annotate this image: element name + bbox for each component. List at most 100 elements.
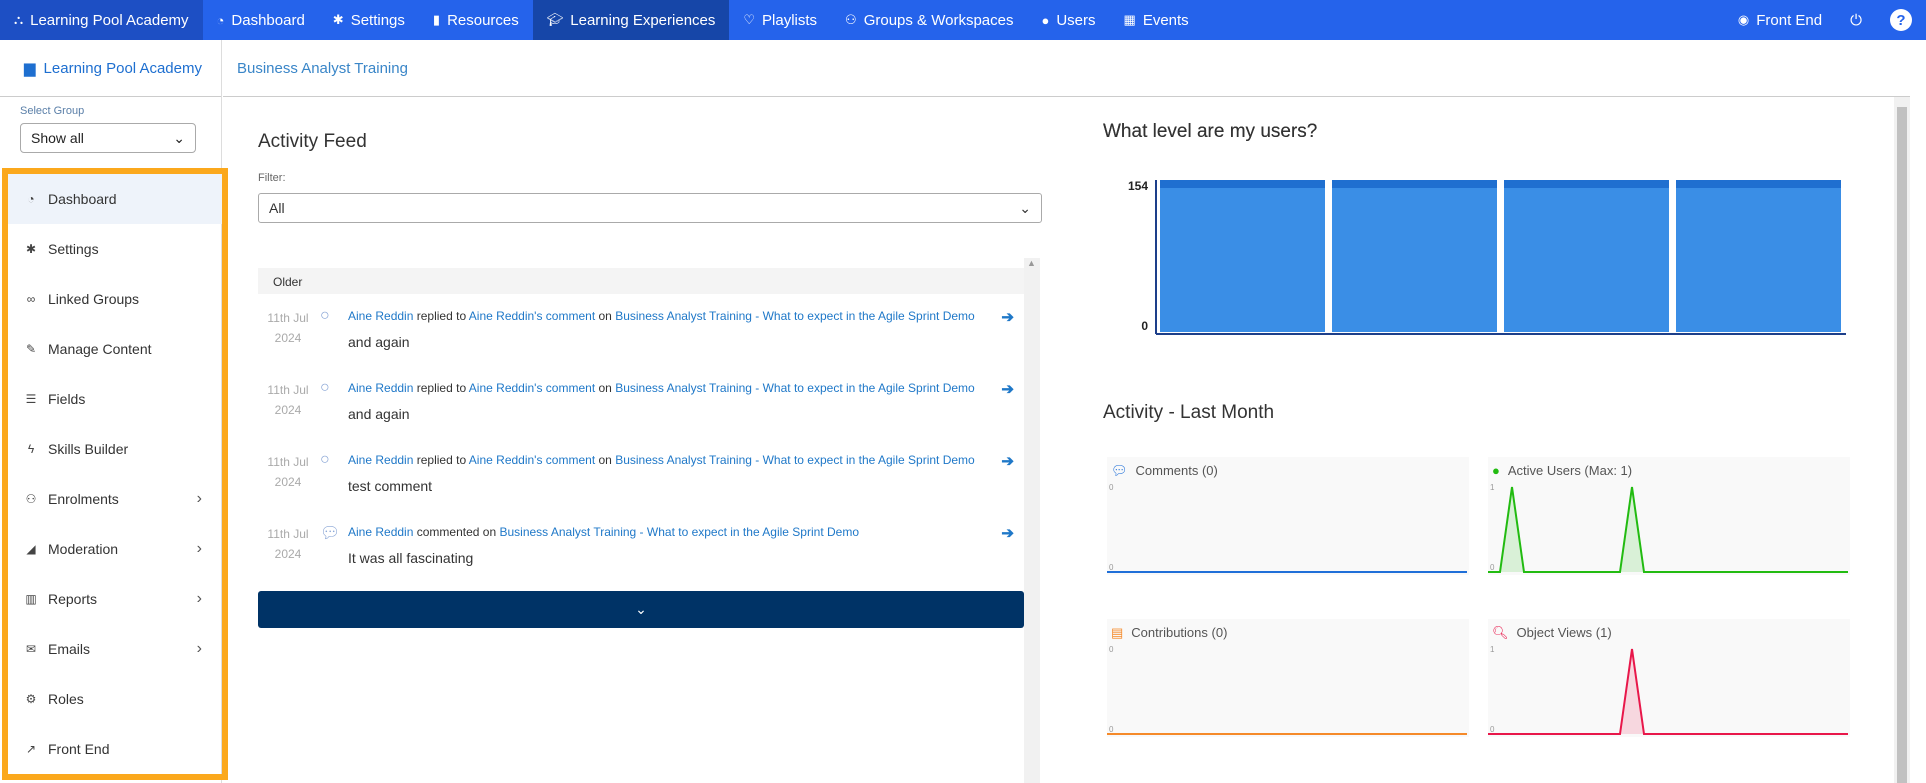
nav-label: Groups & Workspaces [863,11,1014,29]
bar-chart-icon: ▥ [25,592,37,606]
actor-link[interactable]: Aine Reddin [348,381,413,395]
feed-date: 11th Jul 2024 [266,308,310,348]
y-tick-label: 0 [1141,319,1148,333]
select-group-dropdown[interactable]: Show all ⌄ [20,123,196,153]
chevron-down-icon: ⌄ [635,601,647,617]
sidebar-menu: ◔ Dashboard ✱ Settings ∞ Linked Groups ✎ Man… [2,168,228,780]
feed-scrollbar[interactable]: ▲ [1024,258,1040,783]
chevron-down-icon: ⌄ [1019,199,1031,216]
arrow-right-icon[interactable]: ➔ [1001,308,1014,326]
nav-dashboard[interactable]: ◔ Dashboard [203,0,319,40]
arrow-right-icon[interactable]: ➔ [1001,452,1014,470]
gear-icon: ✱ [25,242,37,256]
target-link[interactable]: Aine Reddin's comment [469,453,595,467]
comment-icon: ○ [320,307,330,324]
nav-learning-experiences[interactable]: 🎓︎ Learning Experiences [532,0,730,40]
chart-title: Comments (0) [1135,463,1218,478]
on-text: on [598,453,612,467]
object-link[interactable]: Business Analyst Training - What to expe… [615,309,975,323]
actor-link[interactable]: Aine Reddin [348,309,413,323]
comments-chart: 0 0 💬︎ Comments (0) [1107,457,1469,575]
dashboard-icon: ◔ [27,192,35,206]
activity-title: Activity - Last Month [1103,402,1275,423]
feed-line: Aine Reddin replied to Aine Reddin's com… [348,309,975,323]
sidebar-item-label: Moderation [48,541,119,557]
scrollbar-thumb[interactable] [1897,107,1907,783]
nav-playlists[interactable]: ♡ Playlists [729,0,831,40]
feed-date-day: 11th Jul [267,527,309,541]
nav-events[interactable]: ▦ Events [1110,0,1203,40]
feed-date-year: 2024 [274,547,302,561]
file-icon: ▮ [432,12,441,27]
sidebar-item-linked-groups[interactable]: ∞ Linked Groups [8,274,222,324]
sidebar-item-skills-builder[interactable]: ϟ Skills Builder [8,424,222,474]
load-more-button[interactable]: ⌄ [258,591,1024,628]
target-link[interactable]: Aine Reddin's comment [469,381,595,395]
sidebar-item-fields[interactable]: ☰ Fields [8,374,222,424]
nav-settings[interactable]: ✱ Settings [319,0,419,40]
section-older: Older [258,268,1024,294]
sidebar-header[interactable]: ▆ Learning Pool Academy [0,40,221,97]
sidebar-item-front-end[interactable]: ↗ Front End [8,724,222,774]
feed-date: 11th Jul 2024 [266,452,310,492]
sidebar-item-enrolments[interactable]: ⚇ Enrolments › [8,474,222,524]
nav-front-end[interactable]: ◉ Front End [1724,0,1836,40]
help-button[interactable]: ? [1876,0,1926,40]
filter-dropdown[interactable]: All ⌄ [258,193,1042,223]
dashboard-icon: ◔ [216,12,225,28]
bolt-icon: ϟ [27,442,35,456]
actor-link[interactable]: Aine Reddin [348,525,413,539]
object-link[interactable]: Business Analyst Training - What to expe… [615,453,975,467]
nav-users[interactable]: ● Users [1027,0,1109,40]
area-fill [1488,649,1848,734]
top-navbar: ⛬ Learning Pool Academy ◔ Dashboard ✱ Setti… [0,0,1926,40]
eraser-icon: ◢ [26,542,36,556]
level-bar [1160,180,1325,332]
y-min-label: 0 [1109,725,1114,734]
sidebar-item-settings[interactable]: ✱ Settings [8,224,222,274]
level-bar-cap [1676,180,1841,188]
comment-icon: ○ [320,379,330,396]
chevron-right-icon: › [196,590,202,607]
actor-link[interactable]: Aine Reddin [348,453,413,467]
sidebar-item-roles[interactable]: ⚙ Roles [8,674,222,724]
to-text: to [456,381,467,395]
target-link[interactable]: Aine Reddin's comment [469,309,595,323]
comments-icon: 💬︎ [1111,463,1128,478]
verb-text: replied [416,309,453,323]
levels-bar-chart: 1540 [1128,179,1846,335]
feed-message: test comment [348,478,433,494]
arrow-right-icon[interactable]: ➔ [1001,524,1014,542]
sidebar-item-reports[interactable]: ▥ Reports › [8,574,222,624]
sidebar-item-emails[interactable]: ✉ Emails › [8,624,222,674]
sidebar-item-manage-content[interactable]: ✎ Manage Content [8,324,222,374]
sidebar-item-label: Front End [48,741,110,757]
verb-text: replied [416,453,453,467]
object-link[interactable]: Business Analyst Training - What to expe… [499,525,859,539]
feed-date-day: 11th Jul [267,455,309,469]
on-text: on [598,309,612,323]
power-button[interactable]: ⏻ [1836,0,1876,40]
feed-message: and again [348,406,410,422]
user-icon: ● [1492,463,1500,478]
cogs-icon: ⚙ [25,692,37,706]
sidebar-item-moderation[interactable]: ◢ Moderation › [8,524,222,574]
page-scrollbar[interactable] [1894,97,1910,783]
sidebar-item-label: Manage Content [48,341,152,357]
feed-date: 11th Jul 2024 [266,380,310,420]
sidebar-item-dashboard[interactable]: ◔ Dashboard [8,174,222,224]
building-icon: ▆ [24,60,36,77]
y-min-label: 0 [1109,563,1114,572]
level-bar [1504,180,1669,332]
breadcrumb-link[interactable]: Business Analyst Training [237,60,408,77]
nav-resources[interactable]: ▮ Resources [419,0,533,40]
power-icon: ⏻ [1850,11,1862,29]
arrow-right-icon[interactable]: ➔ [1001,380,1014,398]
feed-date: 11th Jul 2024 [266,524,310,564]
link-icon: ∞ [26,292,36,306]
nav-label: Settings [350,11,405,29]
object-link[interactable]: Business Analyst Training - What to expe… [615,381,975,395]
nav-groups-workspaces[interactable]: ⚇ Groups & Workspaces [831,0,1027,40]
nav-brand[interactable]: ⛬ Learning Pool Academy [0,0,203,40]
feed-item: 11th Jul 2024 ○ Aine Reddin replied to Ai… [258,294,1024,366]
